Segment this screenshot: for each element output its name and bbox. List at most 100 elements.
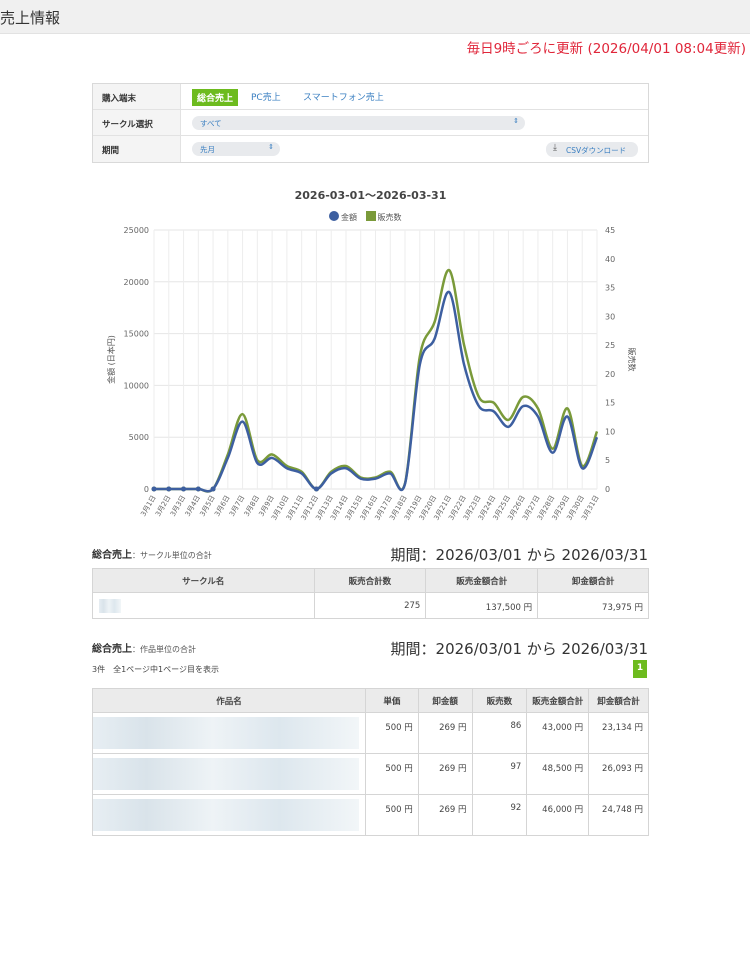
col-sales-total: 販売金額合計 [425, 568, 539, 593]
legend-swatch-amount[interactable] [329, 211, 339, 221]
csv-download-button[interactable]: ⤓ CSVダウンロード [546, 142, 638, 157]
sales-total-cell: 137,500 円 [425, 592, 539, 619]
redacted-work-name [93, 758, 359, 790]
redacted-work-name [93, 717, 359, 749]
update-note: 毎日9時ごろに更新 (2026/04/01 08:04更新) [466, 41, 746, 57]
device-label: 購入端末 [93, 84, 181, 109]
table-row: 500 円 269 円 92 46,000 円 24,748 円 [92, 794, 649, 836]
chart-title: 2026-03-01〜2026-03-31 [294, 189, 447, 202]
data-point [313, 486, 319, 492]
y-tick-label-right: 15 [605, 399, 615, 408]
y-tick-label-right: 20 [605, 370, 615, 379]
col-unit-price: 単価 [364, 688, 419, 713]
col-circle-name: サークル名 [92, 568, 315, 593]
csv-download-label: CSVダウンロード [566, 146, 627, 155]
table-row: 500 円 269 円 97 48,500 円 26,093 円 [92, 753, 649, 795]
y-tick-label-right: 45 [605, 226, 615, 235]
data-point [195, 486, 201, 492]
circle-section-heading: 総合売上：サークル単位の合計 [92, 546, 212, 561]
y-axis-title-left: 金額 (日本円) [106, 335, 116, 384]
qty-cell: 92 [471, 794, 528, 836]
data-point [181, 486, 187, 492]
table-header-row: 作品名 単価 卸金額 販売数 販売金額合計 卸金額合計 [92, 688, 649, 713]
page-header: 売上情報 [0, 0, 750, 34]
filter-row-circle: サークル選択 すべて ⇕ [93, 110, 648, 136]
tab-pc-sales[interactable]: PC売上 [251, 90, 281, 103]
work-name-cell [92, 712, 366, 754]
y-tick-label-left: 15000 [124, 330, 149, 339]
circle-select-value: すべて [200, 119, 222, 128]
table-row: 275 137,500 円 73,975 円 [92, 592, 649, 619]
y-tick-label-left: 25000 [124, 226, 149, 235]
page-title: 売上情報 [0, 9, 61, 27]
qty-cell: 86 [471, 712, 528, 754]
data-point [210, 486, 216, 492]
qty-cell: 97 [471, 753, 528, 795]
col-wholesale-price: 卸金額 [417, 688, 473, 713]
work-summary-table: 作品名 単価 卸金額 販売数 販売金額合計 卸金額合計 500 円 269 円 … [92, 688, 649, 836]
wholesale-price-cell: 269 円 [417, 753, 473, 795]
sales-total-cell: 43,000 円 [526, 712, 590, 754]
col-sales-total: 販売金額合計 [526, 688, 590, 713]
unit-price-cell: 500 円 [364, 712, 419, 754]
filter-panel: 購入端末 総合売上 PC売上 スマートフォン売上 サークル選択 すべて ⇕ 期間… [92, 83, 649, 163]
period-label: 期間 [93, 136, 181, 162]
y-axis-title-right: 販売数 [627, 348, 637, 372]
legend-swatch-count[interactable] [365, 211, 376, 221]
wholesale-total-cell: 26,093 円 [588, 753, 649, 795]
y-tick-label-right: 10 [605, 427, 615, 436]
work-section-heading: 総合売上：作品単位の合計 [92, 640, 196, 655]
tab-total-sales[interactable]: 総合売上 [192, 89, 239, 106]
circle-label: サークル選択 [93, 110, 181, 135]
y-tick-label-right: 25 [605, 341, 615, 350]
sales-line-chart: 0 5000 10000 15000 20000 25000 0 5 10 15 20 25 30 35 4… [106, 226, 637, 522]
y-tick-label-left: 10000 [124, 381, 149, 390]
unit-price-cell: 500 円 [364, 753, 419, 795]
y-tick-label-right: 40 [605, 255, 615, 264]
circle-section-subtitle: ：サークル単位の合計 [132, 551, 212, 560]
y-tick-label-right: 5 [605, 456, 610, 465]
filter-row-period: 期間 先月 ⇕ ⤓ CSVダウンロード [93, 136, 648, 162]
wholesale-price-cell: 269 円 [417, 794, 473, 836]
period-select[interactable]: 先月 ⇕ [192, 142, 280, 156]
y-tick-label-right: 30 [605, 312, 615, 321]
total-qty-cell: 275 [313, 592, 427, 619]
wholesale-total-cell: 73,975 円 [537, 592, 649, 619]
work-name-cell [92, 794, 366, 836]
wholesale-total-cell: 24,748 円 [588, 794, 649, 836]
wholesale-total-cell: 23,134 円 [588, 712, 649, 754]
sales-total-cell: 46,000 円 [526, 794, 590, 836]
redacted-work-name [93, 799, 359, 831]
col-total-qty: 販売合計数 [313, 568, 427, 593]
unit-price-cell: 500 円 [364, 794, 419, 836]
circle-select[interactable]: すべて ⇕ [192, 116, 525, 130]
table-row: 500 円 269 円 86 43,000 円 23,134 円 [92, 712, 649, 754]
table-header-row: サークル名 販売合計数 販売金額合計 卸金額合計 [92, 568, 649, 593]
tab-smartphone-sales[interactable]: スマートフォン売上 [303, 90, 384, 103]
data-point [151, 486, 157, 492]
y-tick-label-left: 20000 [124, 278, 149, 287]
work-section-period: 期間：2026/03/01 から 2026/03/31 [390, 640, 648, 658]
download-icon: ⤓ [553, 143, 557, 153]
y-tick-label-left: 5000 [129, 433, 149, 442]
redacted-circle-name [99, 599, 121, 613]
pagination-page-1[interactable]: 1 [633, 660, 647, 678]
y-tick-label-left: 0 [144, 485, 149, 494]
result-count-note: 3件 全1ページ中1ページ目を表示 [92, 665, 219, 674]
circle-name-cell [92, 592, 315, 619]
y-tick-label-right: 0 [605, 485, 610, 494]
circle-section-title: 総合売上 [92, 550, 132, 561]
work-section-subtitle: ：作品単位の合計 [132, 645, 196, 654]
legend-label-count: 販売数 [377, 213, 402, 222]
work-name-cell [92, 753, 366, 795]
sales-total-cell: 48,500 円 [526, 753, 590, 795]
filter-row-device: 購入端末 総合売上 PC売上 スマートフォン売上 [93, 84, 648, 110]
col-qty: 販売数 [471, 688, 528, 713]
legend-label-amount: 金額 [341, 213, 357, 222]
select-chevron-icon: ⇕ [513, 117, 519, 125]
period-select-value: 先月 [200, 145, 215, 154]
circle-section-period: 期間：2026/03/01 から 2026/03/31 [390, 546, 648, 564]
work-section-title: 総合売上 [92, 644, 132, 655]
y-tick-label-right: 35 [605, 284, 615, 293]
data-point [166, 486, 172, 492]
